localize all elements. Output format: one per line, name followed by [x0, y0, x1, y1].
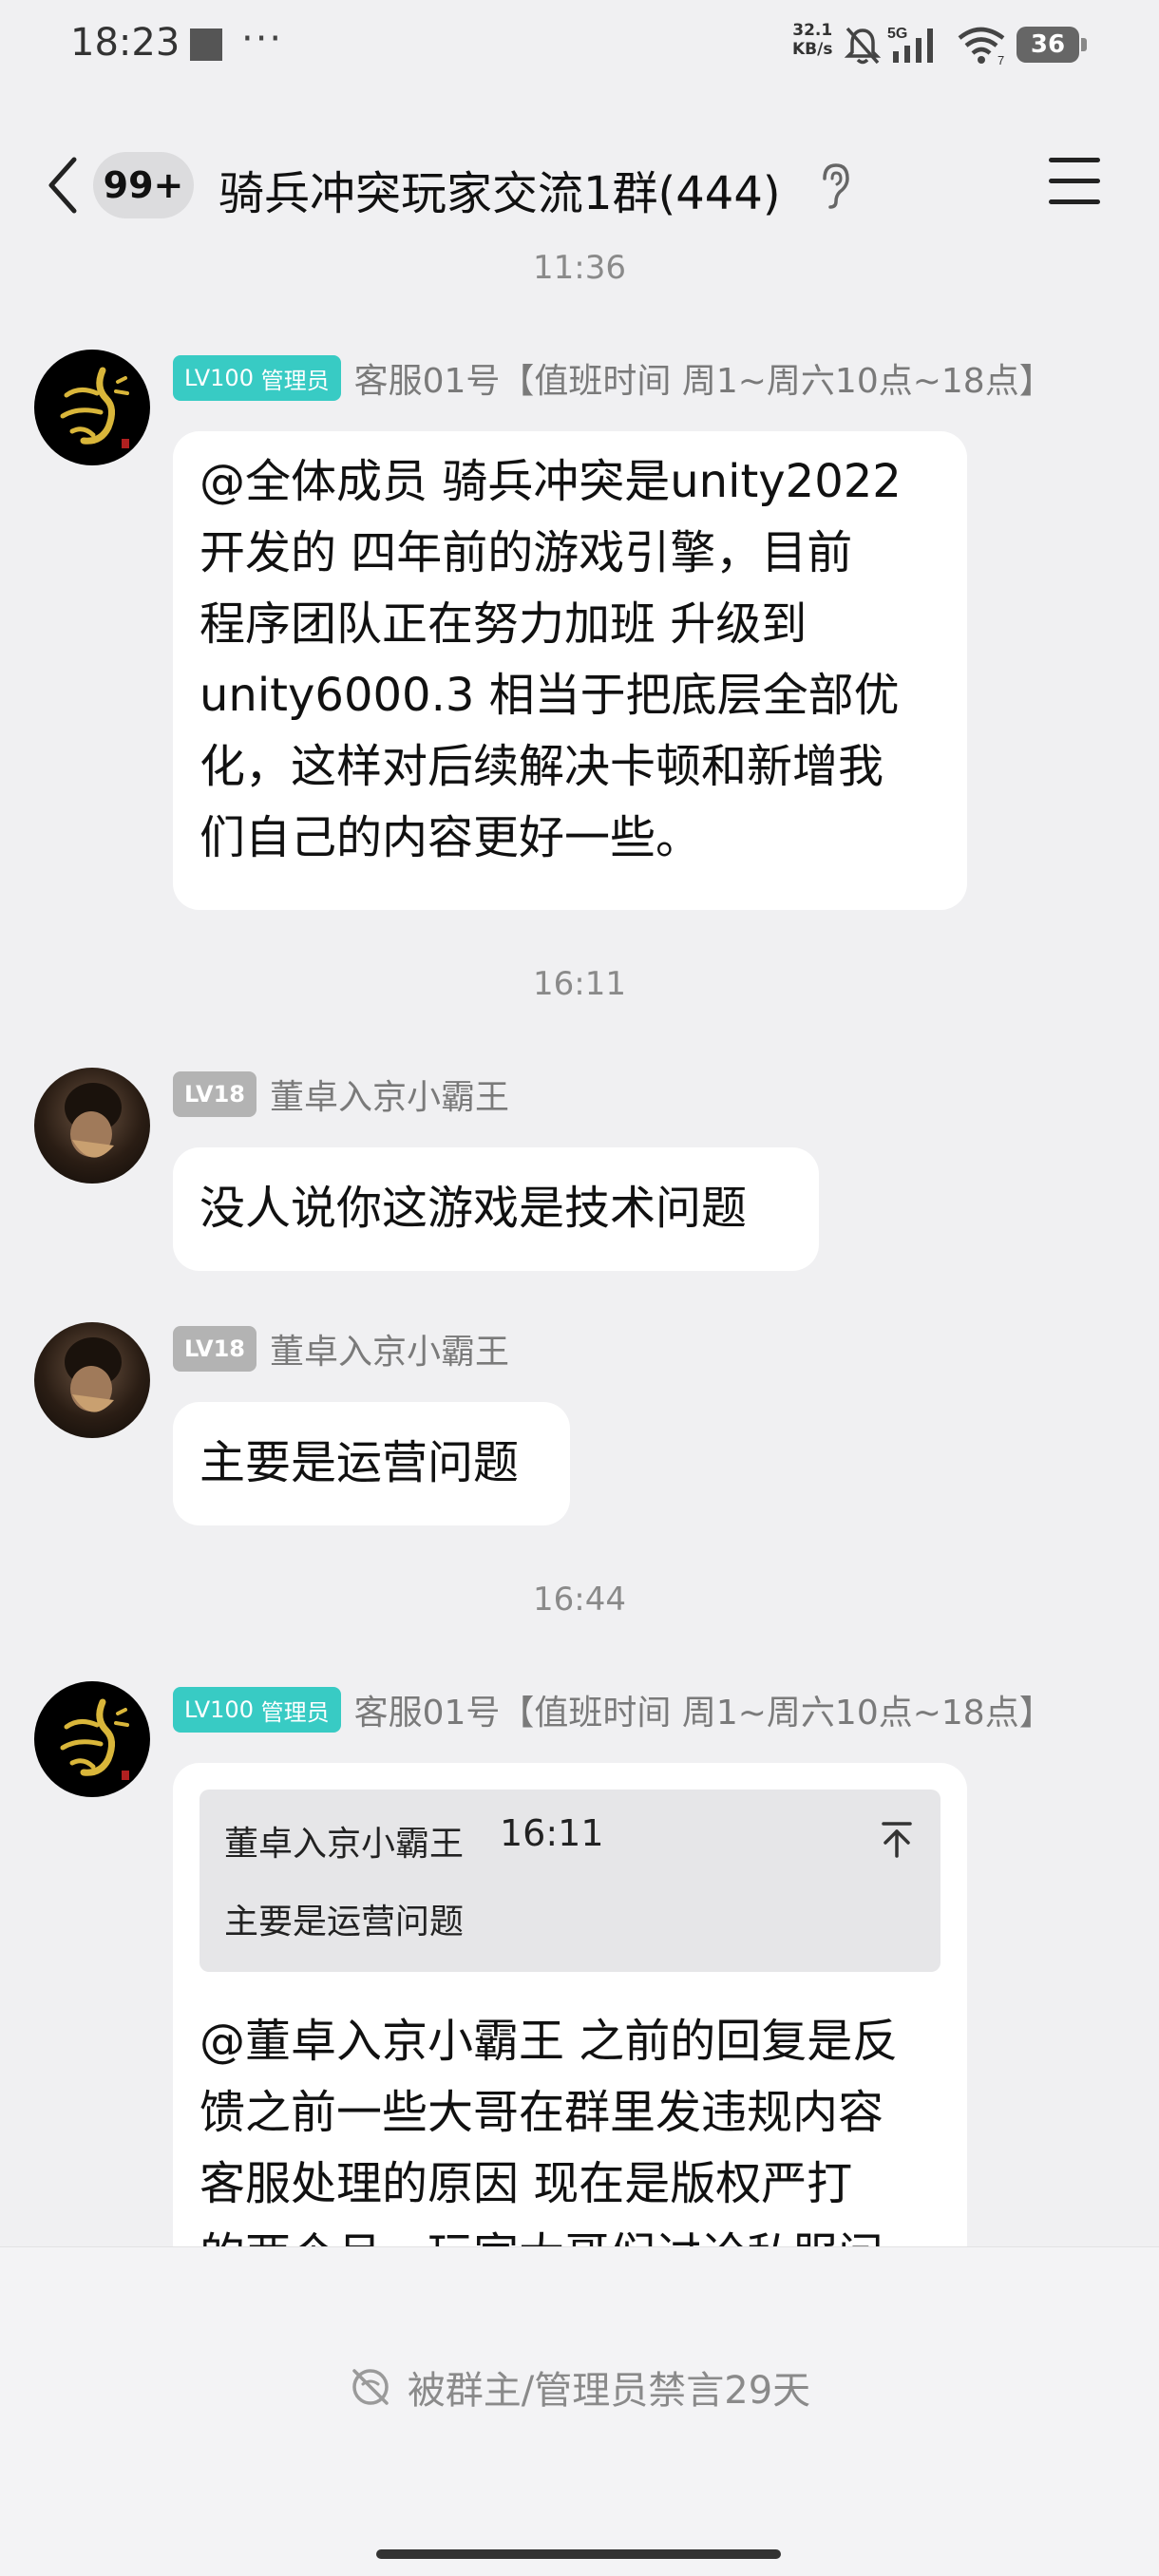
- level-badge: LV18: [173, 1326, 256, 1372]
- avatar[interactable]: [34, 1322, 150, 1438]
- message-line: 客服处理的原因 现在是版权严打: [200, 2157, 853, 2210]
- sender-line: LV18 董卓入京小霸王: [173, 1324, 509, 1373]
- message-line: unity6000.3 相当于把底层全部优: [200, 669, 900, 722]
- message-bubble[interactable]: 主要是运营问题: [173, 1402, 570, 1525]
- sender-line: LV100 管理员 客服01号【值班时间 周1~周六10点~18点】: [173, 353, 1054, 403]
- menu-icon[interactable]: [1049, 158, 1106, 211]
- quote-text: 主要是运营问题: [224, 1903, 465, 1941]
- mute-text: 被群主/管理员禁言29天: [407, 2369, 811, 2413]
- level-text: LV100: [184, 365, 254, 391]
- menu-line: [1049, 199, 1100, 204]
- admin-logo-icon: [60, 1698, 129, 1780]
- message-line: 开发的 四年前的游戏引擎，目前: [200, 526, 853, 579]
- role-text: 管理员: [260, 1698, 330, 1726]
- role-text: 管理员: [260, 367, 330, 394]
- admin-logo-icon: [60, 367, 129, 448]
- jump-to-quote-icon[interactable]: [876, 1818, 918, 1860]
- message-line: 程序团队正在努力加班 升级到: [200, 597, 808, 651]
- network-speed: 32.1 KB/s: [792, 21, 832, 59]
- message-line: @全体成员 骑兵冲突是unity2022: [200, 455, 902, 508]
- quote-time: 16:11: [500, 1812, 604, 1854]
- menu-line: [1049, 179, 1100, 183]
- back-icon[interactable]: [40, 152, 97, 218]
- message-timestamp: 16:44: [533, 1581, 626, 1619]
- level-badge: LV18: [173, 1071, 256, 1117]
- message-line: 馈之前一些大哥在群里发违规内容: [200, 2086, 884, 2139]
- message-line: 主要是运营问题: [200, 1436, 520, 1489]
- message-line: 们自己的内容更好一些。: [200, 811, 702, 864]
- avatar[interactable]: [34, 1681, 150, 1797]
- speed-value: 32.1: [792, 21, 833, 40]
- mute-notice: 被群主/管理员禁言29天: [0, 2359, 1159, 2415]
- input-area-disabled: 被群主/管理员禁言29天: [0, 2246, 1159, 2576]
- chat-header: 99+ 骑兵冲突玩家交流1群(444): [0, 133, 1159, 237]
- sender-line: LV100 管理员 客服01号【值班时间 周1~周六10点~18点】: [173, 1685, 1054, 1734]
- message-timestamp: 16:11: [533, 965, 626, 1003]
- home-indicator[interactable]: [376, 2549, 781, 2559]
- sender-name[interactable]: 董卓入京小霸王: [270, 1070, 509, 1119]
- status-bar: 18:23 ··· 32.1 KB/s 5G 7 36: [0, 0, 1159, 91]
- quoted-message[interactable]: 董卓入京小霸王 16:11 主要是运营问题: [200, 1790, 940, 1972]
- chat-title[interactable]: 骑兵冲突玩家交流1群(444): [218, 156, 781, 222]
- sender-name[interactable]: 董卓入京小霸王: [270, 1324, 509, 1373]
- notification-square-icon: [190, 28, 222, 61]
- unread-count-badge[interactable]: 99+: [93, 152, 194, 218]
- level-role-badge: LV100 管理员: [173, 355, 341, 401]
- message-line: 化，这样对后续解决卡顿和新增我: [200, 740, 884, 793]
- svg-text:5G: 5G: [887, 26, 907, 42]
- wifi-icon: 7: [958, 27, 1005, 66]
- message-bubble[interactable]: @全体成员 骑兵冲突是unity2022 开发的 四年前的游戏引擎，目前 程序团…: [173, 431, 967, 910]
- level-text: LV100: [184, 1696, 254, 1723]
- quote-sender: 董卓入京小霸王: [224, 1825, 465, 1864]
- level-role-badge: LV100 管理员: [173, 1687, 341, 1733]
- avatar[interactable]: [34, 1068, 150, 1184]
- svg-text:7: 7: [998, 53, 1004, 66]
- message-timestamp: 11:36: [533, 249, 626, 287]
- speed-unit: KB/s: [792, 40, 833, 59]
- user-avatar-icon: [65, 1083, 122, 1158]
- mute-icon: [352, 2369, 389, 2405]
- ear-icon[interactable]: [815, 161, 853, 211]
- sender-name[interactable]: 客服01号【值班时间 周1~周六10点~18点】: [354, 1685, 1054, 1734]
- user-avatar-icon: [65, 1337, 122, 1412]
- sender-name[interactable]: 客服01号【值班时间 周1~周六10点~18点】: [354, 353, 1054, 403]
- status-time: 18:23: [70, 21, 180, 65]
- bell-off-icon: [844, 27, 882, 65]
- signal-icon: 5G: [887, 26, 933, 63]
- status-overflow: ···: [241, 17, 284, 61]
- battery-icon: 36: [1016, 27, 1087, 63]
- avatar[interactable]: [34, 350, 150, 465]
- message-line: 没人说你这游戏是技术问题: [200, 1182, 748, 1235]
- sender-line: LV18 董卓入京小霸王: [173, 1070, 509, 1119]
- message-line: @董卓入京小霸王 之前的回复是反: [200, 2015, 899, 2068]
- menu-line: [1049, 158, 1100, 162]
- message-bubble[interactable]: 没人说你这游戏是技术问题: [173, 1147, 819, 1271]
